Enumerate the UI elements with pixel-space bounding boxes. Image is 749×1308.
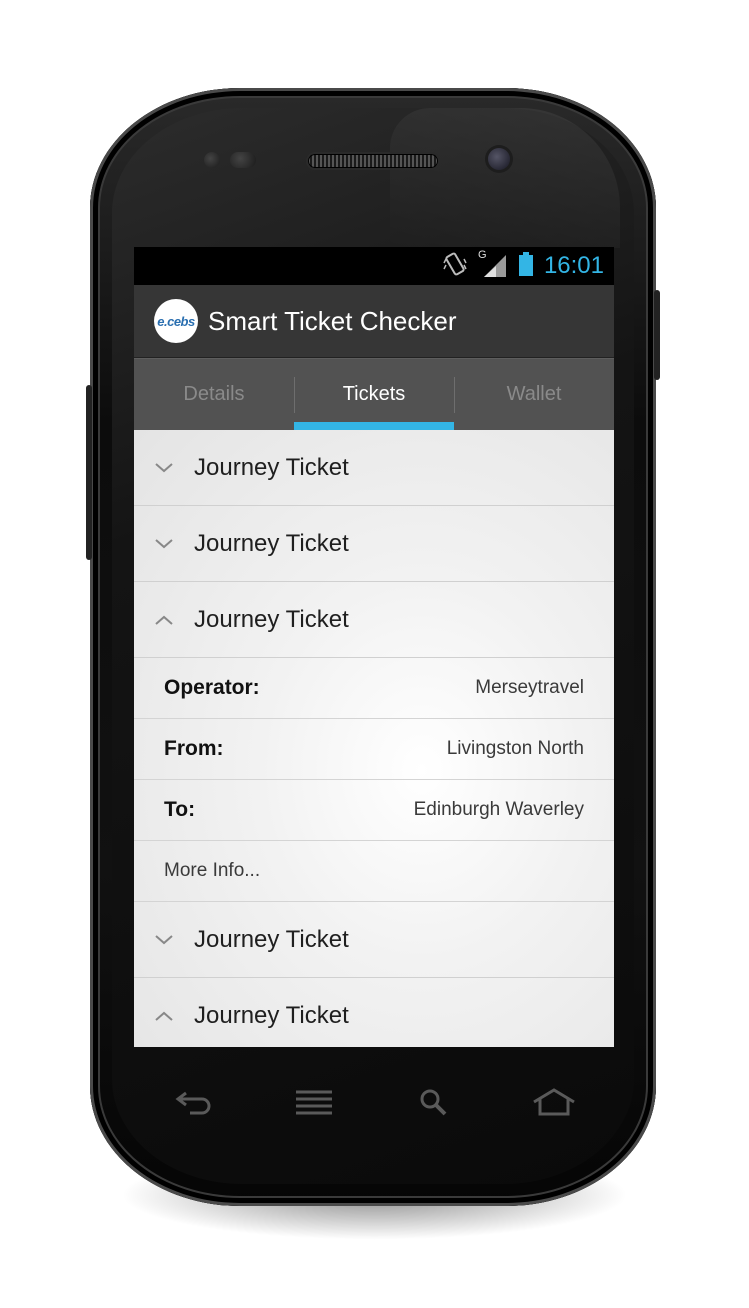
battery-icon — [518, 251, 534, 281]
back-icon[interactable] — [164, 1077, 224, 1127]
hardware-nav-bar — [134, 1070, 614, 1134]
home-icon[interactable] — [524, 1077, 584, 1127]
chevron-up-icon — [134, 1010, 194, 1022]
ticket-group-header[interactable]: Journey Ticket — [134, 978, 614, 1047]
tab-details[interactable]: Details — [134, 359, 294, 430]
ticket-group-label: Journey Ticket — [194, 453, 349, 481]
ticket-group-label: Journey Ticket — [194, 605, 349, 633]
volume-button — [86, 385, 92, 560]
vibrate-icon — [442, 251, 468, 281]
detail-value: Edinburgh Waverley — [413, 799, 584, 820]
ticket-group-header[interactable]: Journey Ticket — [134, 506, 614, 582]
phone-screen: G 16:01 e.cebs Smart Ticket Checker Deta… — [134, 247, 614, 1047]
chevron-up-icon — [134, 614, 194, 626]
menu-icon[interactable] — [284, 1077, 344, 1127]
network-type-label: G — [477, 249, 487, 261]
more-info-link[interactable]: More Info... — [164, 860, 260, 882]
app-title: Smart Ticket Checker — [208, 305, 457, 336]
front-camera-icon — [488, 148, 510, 170]
detail-row-operator[interactable]: Operator: Merseytravel — [134, 658, 614, 719]
status-bar: G 16:01 — [134, 247, 614, 285]
power-button — [654, 290, 660, 380]
more-info-row[interactable]: More Info... — [134, 841, 614, 902]
ticket-group-label: Journey Ticket — [194, 529, 349, 557]
tab-tickets[interactable]: Tickets — [294, 359, 454, 430]
ticket-group-label: Journey Ticket — [194, 1001, 349, 1029]
status-time: 16:01 — [543, 252, 604, 279]
chevron-down-icon — [134, 462, 194, 474]
ticket-group-label: Journey Ticket — [194, 925, 349, 953]
detail-row-to[interactable]: To: Edinburgh Waverley — [134, 780, 614, 841]
tab-divider — [454, 377, 455, 413]
tab-wallet[interactable]: Wallet — [454, 359, 614, 430]
ticket-group-header[interactable]: Journey Ticket — [134, 902, 614, 978]
signal-icon: G — [478, 249, 508, 279]
detail-label: To: — [164, 798, 196, 821]
detail-label: Operator: — [164, 676, 260, 699]
proximity-sensor-icon — [204, 152, 220, 168]
earpiece-speaker — [308, 154, 438, 168]
detail-label: From: — [164, 737, 224, 760]
detail-value: Livingston North — [446, 738, 584, 759]
app-logo[interactable]: e.cebs — [154, 299, 198, 343]
light-sensor-icon — [230, 152, 256, 168]
ticket-group-header[interactable]: Journey Ticket — [134, 582, 614, 658]
detail-row-from[interactable]: From: Livingston North — [134, 719, 614, 780]
search-icon[interactable] — [404, 1077, 464, 1127]
ticket-group-header[interactable]: Journey Ticket — [134, 430, 614, 506]
chevron-down-icon — [134, 538, 194, 550]
chevron-down-icon — [134, 934, 194, 946]
tab-bar: Details Tickets Wallet — [134, 358, 614, 430]
detail-value: Merseytravel — [475, 677, 584, 698]
phone-gloss — [390, 108, 620, 248]
ticket-list: Journey Ticket Journey Ticket Journey Ti… — [134, 430, 614, 1047]
action-bar: e.cebs Smart Ticket Checker — [134, 285, 614, 358]
tab-divider — [294, 377, 295, 413]
